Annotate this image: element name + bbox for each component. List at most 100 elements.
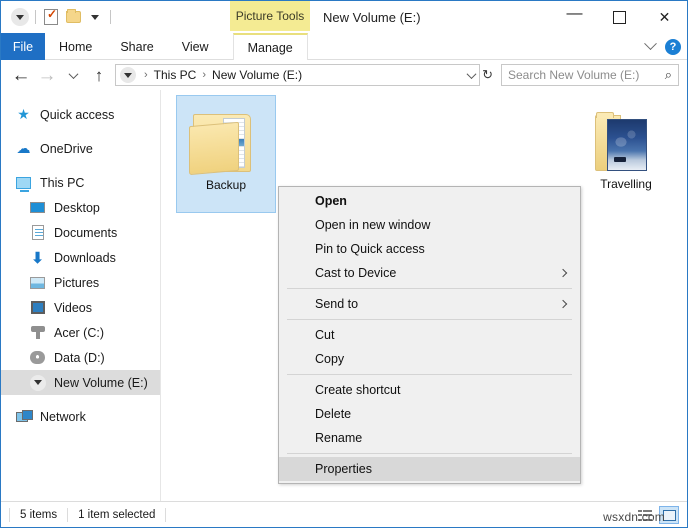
- tab-view-label: View: [182, 40, 209, 54]
- properties-icon[interactable]: [40, 6, 62, 28]
- sidebar-item-label: Data (D:): [54, 351, 105, 365]
- sidebar-item-label: Videos: [54, 301, 92, 315]
- context-menu-item-label: Open in new window: [315, 218, 430, 232]
- sidebar-item-label: OneDrive: [40, 142, 93, 156]
- sidebar-item-desktop[interactable]: Desktop: [1, 195, 160, 220]
- sidebar-item-label: Quick access: [40, 108, 114, 122]
- folder-photo-icon: [589, 109, 663, 175]
- breadcrumb[interactable]: › This PC › New Volume (E:): [115, 64, 480, 86]
- back-button[interactable]: ←: [9, 63, 33, 87]
- sidebar-item-network[interactable]: Network: [1, 404, 160, 429]
- sidebar-item-label: Pictures: [54, 276, 99, 290]
- context-menu-item-create-shortcut[interactable]: Create shortcut: [279, 378, 580, 402]
- computer-icon: [15, 174, 32, 191]
- forward-button[interactable]: →: [35, 63, 59, 87]
- sidebar-item-videos[interactable]: Videos: [1, 295, 160, 320]
- context-menu-item-properties[interactable]: Properties: [279, 457, 580, 481]
- maximize-button[interactable]: [597, 1, 642, 33]
- navigation-pane: ★ Quick access ☁ OneDrive This PC Deskto…: [1, 90, 161, 501]
- arrow-up-icon: ↑: [95, 67, 104, 84]
- search-input[interactable]: Search New Volume (E:) ⌕: [501, 64, 679, 86]
- minimize-button[interactable]: —: [552, 1, 597, 33]
- drive-chevron-icon: [11, 8, 29, 26]
- drive-chevron-icon: [120, 67, 136, 83]
- context-menu-item-label: Send to: [315, 297, 358, 311]
- sidebar-item-label: Downloads: [54, 251, 116, 265]
- context-menu-item-copy[interactable]: Copy: [279, 347, 580, 371]
- tab-file-label: File: [13, 40, 33, 54]
- chevron-down-icon: [68, 69, 78, 79]
- recent-locations-button[interactable]: [61, 63, 85, 87]
- pictures-icon: [29, 274, 46, 291]
- context-menu-item-label: Delete: [315, 407, 351, 421]
- sidebar-item-data-d[interactable]: Data (D:): [1, 345, 160, 370]
- sidebar-item-acer-c[interactable]: Acer (C:): [1, 320, 160, 345]
- system-menu-button[interactable]: [9, 6, 31, 28]
- context-menu-item-delete[interactable]: Delete: [279, 402, 580, 426]
- sidebar-item-quick-access[interactable]: ★ Quick access: [1, 102, 160, 127]
- context-menu-item-label: Rename: [315, 431, 362, 445]
- downloads-icon: ⬇: [29, 249, 46, 266]
- tab-manage-label: Manage: [248, 41, 293, 55]
- file-item-label: Backup: [206, 178, 246, 192]
- context-menu-item-cut[interactable]: Cut: [279, 323, 580, 347]
- breadcrumb-separator-1: ›: [140, 69, 152, 81]
- breadcrumb-item-new-volume[interactable]: New Volume (E:): [212, 68, 302, 82]
- file-item-travelling[interactable]: Travelling: [576, 95, 676, 213]
- search-placeholder: Search New Volume (E:): [508, 68, 639, 82]
- window-title: New Volume (E:): [323, 1, 421, 33]
- context-menu-item-label: Copy: [315, 352, 344, 366]
- tab-manage[interactable]: Manage: [233, 33, 308, 60]
- sidebar-item-downloads[interactable]: ⬇ Downloads: [1, 245, 160, 270]
- context-menu-item-label: Cut: [315, 328, 334, 342]
- file-item-label: Travelling: [600, 177, 652, 191]
- close-button[interactable]: ✕: [642, 1, 687, 33]
- arrow-left-icon: ←: [12, 66, 31, 85]
- chevron-right-icon: [559, 269, 567, 277]
- refresh-icon[interactable]: ↻: [482, 67, 493, 83]
- chevron-down-icon[interactable]: [467, 69, 477, 79]
- sidebar-item-label: This PC: [40, 176, 84, 190]
- context-menu-item-open[interactable]: Open: [279, 189, 580, 213]
- context-menu-item-rename[interactable]: Rename: [279, 426, 580, 450]
- ribbon-right-controls: ?: [646, 33, 681, 60]
- context-menu-item-open-in-new-window[interactable]: Open in new window: [279, 213, 580, 237]
- breadcrumb-item-this-pc[interactable]: This PC: [154, 68, 197, 82]
- sidebar-item-documents[interactable]: Documents: [1, 220, 160, 245]
- context-menu-item-pin-to-quick-access[interactable]: Pin to Quick access: [279, 237, 580, 261]
- breadcrumb-separator-2: ›: [198, 69, 210, 81]
- context-menu-item-cast-to-device[interactable]: Cast to Device: [279, 261, 580, 285]
- disc-icon: [29, 349, 46, 366]
- picture-tools-contextual-label: Picture Tools: [230, 1, 310, 31]
- file-item-backup[interactable]: Backup: [176, 95, 276, 213]
- context-menu-item-label: Cast to Device: [315, 266, 396, 280]
- tab-home[interactable]: Home: [45, 33, 106, 60]
- sidebar-item-label: Acer (C:): [54, 326, 104, 340]
- quick-access-toolbar: [1, 1, 115, 33]
- sidebar-item-pictures[interactable]: Pictures: [1, 270, 160, 295]
- search-icon: ⌕: [665, 67, 672, 83]
- sidebar-item-label: Network: [40, 410, 86, 424]
- documents-icon: [29, 224, 46, 241]
- sidebar-item-onedrive[interactable]: ☁ OneDrive: [1, 136, 160, 161]
- sidebar-item-this-pc[interactable]: This PC: [1, 170, 160, 195]
- tab-view[interactable]: View: [168, 33, 223, 60]
- qat-divider-2: [110, 10, 111, 24]
- title-bar: Picture Tools New Volume (E:) — ✕: [1, 1, 687, 33]
- window-controls: — ✕: [552, 1, 687, 33]
- sidebar-item-label: Documents: [54, 226, 117, 240]
- up-button[interactable]: ↑: [87, 63, 111, 87]
- context-menu-item-label: Create shortcut: [315, 383, 400, 397]
- help-icon[interactable]: ?: [665, 39, 681, 55]
- tab-share[interactable]: Share: [106, 33, 167, 60]
- context-menu-separator: [287, 288, 572, 289]
- chevron-down-icon[interactable]: [644, 37, 657, 50]
- customize-chevron-icon[interactable]: [84, 6, 106, 28]
- new-folder-icon[interactable]: [62, 6, 84, 28]
- tab-share-label: Share: [120, 40, 153, 54]
- sidebar-item-new-volume-e[interactable]: New Volume (E:): [1, 370, 160, 395]
- tab-file[interactable]: File: [1, 33, 45, 60]
- tab-home-label: Home: [59, 40, 92, 54]
- explorer-body: ★ Quick access ☁ OneDrive This PC Deskto…: [1, 90, 687, 501]
- context-menu-item-send-to[interactable]: Send to: [279, 292, 580, 316]
